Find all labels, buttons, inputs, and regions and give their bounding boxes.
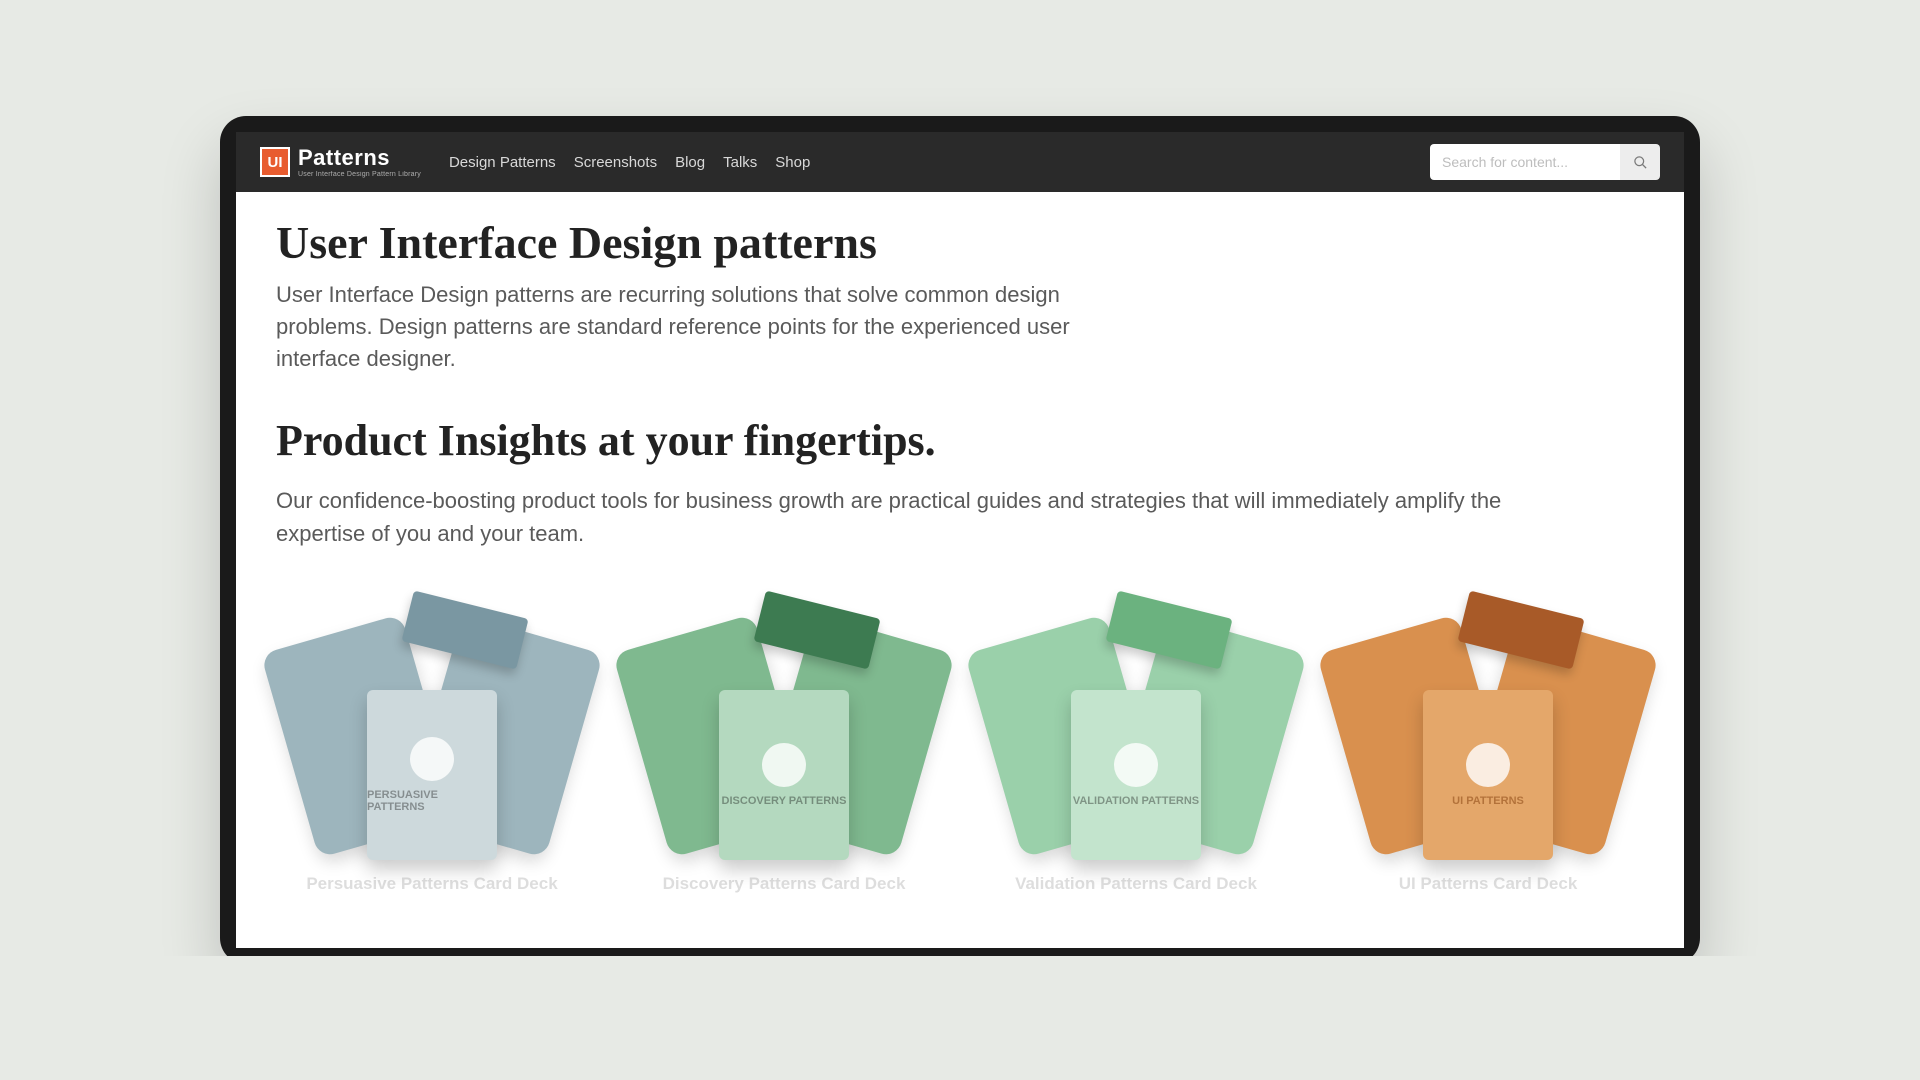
letterbox-top: [0, 0, 1920, 124]
deck-box-label: UI PATTERNS: [1452, 795, 1524, 807]
nav-shop[interactable]: Shop: [775, 154, 810, 171]
monitor-frame: UI Patterns User Interface Design Patter…: [220, 116, 1700, 964]
nav-talks[interactable]: Talks: [723, 154, 757, 171]
logo-badge-icon: UI: [260, 147, 290, 177]
deck-box-label: DISCOVERY PATTERNS: [722, 795, 847, 807]
logo-text: Patterns User Interface Design Pattern L…: [298, 147, 421, 178]
section-title: Product Insights at your fingertips.: [276, 415, 1644, 466]
product-discovery-patterns[interactable]: DISCOVERY PATTERNS Discovery Patterns Ca…: [632, 600, 936, 894]
letterbox-bottom: [0, 956, 1920, 1080]
nav-design-patterns[interactable]: Design Patterns: [449, 154, 556, 171]
product-title: Persuasive Patterns Card Deck: [306, 874, 557, 894]
page-title: User Interface Design patterns: [276, 216, 1644, 269]
search-input[interactable]: [1430, 144, 1620, 180]
product-ui-patterns[interactable]: UI PATTERNS UI Patterns Card Deck: [1336, 600, 1640, 894]
product-persuasive-patterns[interactable]: PERSUASIVE PATTERNS Persuasive Patterns …: [280, 600, 584, 894]
product-title: UI Patterns Card Deck: [1399, 874, 1578, 894]
deck-box-label: PERSUASIVE PATTERNS: [367, 789, 497, 813]
logo-subtitle: User Interface Design Pattern Library: [298, 171, 421, 178]
card-deck-image: PERSUASIVE PATTERNS: [287, 600, 577, 860]
page-content: User Interface Design patterns User Inte…: [236, 192, 1684, 894]
screen-viewport: UI Patterns User Interface Design Patter…: [236, 132, 1684, 948]
card-deck-image: UI PATTERNS: [1343, 600, 1633, 860]
navbar: UI Patterns User Interface Design Patter…: [236, 132, 1684, 192]
section-lead: Our confidence-boosting product tools fo…: [276, 484, 1576, 550]
nav-links: Design Patterns Screenshots Blog Talks S…: [449, 154, 810, 171]
search: [1430, 144, 1660, 180]
product-cards-row: PERSUASIVE PATTERNS Persuasive Patterns …: [276, 600, 1644, 894]
deck-box-label: VALIDATION PATTERNS: [1073, 795, 1199, 807]
logo[interactable]: UI Patterns User Interface Design Patter…: [260, 147, 421, 178]
page-lead: User Interface Design patterns are recur…: [276, 279, 1116, 375]
card-deck-image: DISCOVERY PATTERNS: [639, 600, 929, 860]
nav-blog[interactable]: Blog: [675, 154, 705, 171]
product-validation-patterns[interactable]: VALIDATION PATTERNS Validation Patterns …: [984, 600, 1288, 894]
search-icon: [1633, 155, 1648, 170]
search-button[interactable]: [1620, 144, 1660, 180]
card-deck-image: VALIDATION PATTERNS: [991, 600, 1281, 860]
product-title: Discovery Patterns Card Deck: [663, 874, 906, 894]
product-title: Validation Patterns Card Deck: [1015, 874, 1257, 894]
logo-title: Patterns: [298, 147, 421, 169]
nav-screenshots[interactable]: Screenshots: [574, 154, 657, 171]
